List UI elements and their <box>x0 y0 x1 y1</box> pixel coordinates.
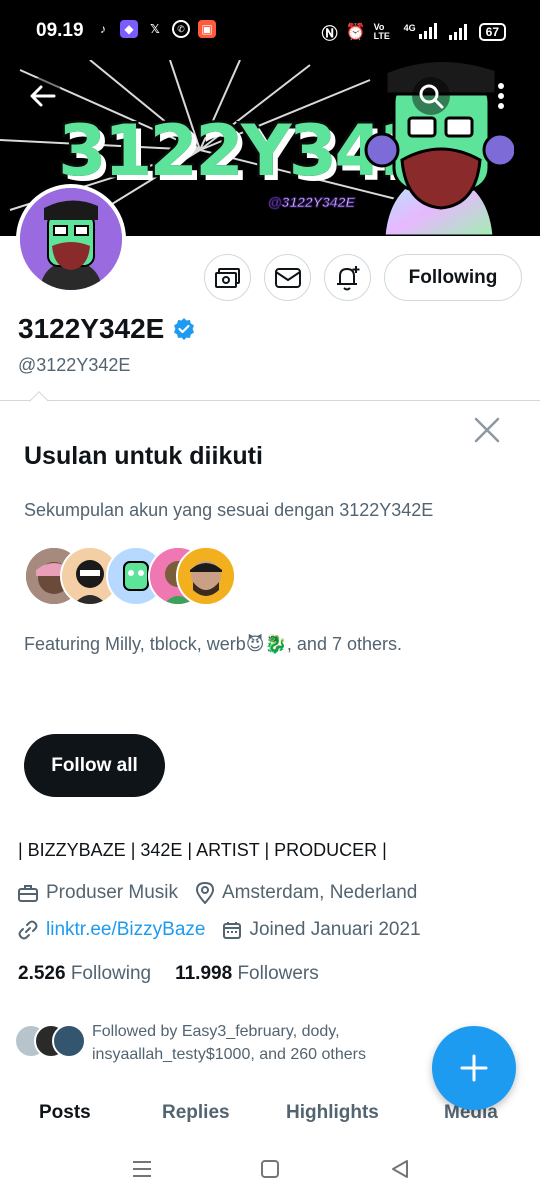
envelope-icon <box>274 267 301 288</box>
home-button[interactable] <box>255 1154 285 1184</box>
bell-plus-icon <box>336 265 359 290</box>
system-back-button[interactable] <box>385 1154 415 1184</box>
subscribe-button[interactable] <box>204 254 251 301</box>
status-app-icons: ♪ ◆ 𝕏 ✆ ▣ <box>94 20 216 38</box>
volte-icon: Vo LTE <box>373 22 390 41</box>
signal-icon <box>448 24 467 40</box>
following-count[interactable]: 2.526 Following <box>18 963 151 985</box>
profile-meta-row-1: Produser Musik Amsterdam, Nederland <box>18 882 417 904</box>
status-right: Ⓝ ⏰ Vo LTE 4G 67 <box>322 20 506 44</box>
arrow-left-icon <box>30 85 56 107</box>
alarm-icon: ⏰ <box>345 24 366 41</box>
tab-highlights[interactable]: Highlights <box>286 1102 379 1124</box>
follow-counts: 2.526 Following 11.998 Followers <box>18 963 319 985</box>
more-vertical-icon <box>498 83 504 109</box>
profile-meta-row-2: linktr.ee/BizzyBaze Joined Januari 2021 <box>18 919 421 941</box>
suggested-avatar <box>176 546 236 606</box>
more-options-button[interactable] <box>482 77 520 115</box>
battery-icon: 67 <box>478 23 506 41</box>
status-time: 09.19 <box>36 20 84 41</box>
shop-icon: ▣ <box>198 20 216 38</box>
system-navigation-bar <box>0 1138 540 1200</box>
followed-by[interactable]: Followed by Easy3_february, dody, insyaa… <box>14 1020 424 1066</box>
menu-lines-icon <box>133 1161 151 1177</box>
display-name-text: 3122Y342E <box>18 313 165 344</box>
search-button[interactable] <box>412 77 450 115</box>
network-icon: 4G <box>404 22 441 42</box>
suggestions-caret <box>29 391 49 411</box>
follower-avatar <box>52 1024 86 1058</box>
suggestions-title: Usulan untuk diikuti <box>24 442 263 470</box>
follow-all-button[interactable]: Follow all <box>24 734 165 797</box>
tab-posts[interactable]: Posts <box>39 1102 91 1124</box>
recents-button[interactable] <box>127 1154 157 1184</box>
followers-count[interactable]: 11.998 Followers <box>175 963 319 985</box>
search-icon <box>419 84 444 109</box>
back-button[interactable] <box>24 77 62 115</box>
suggestions-subtitle: Sekumpulan akun yang sesuai dengan 3122Y… <box>24 500 434 520</box>
tab-replies[interactable]: Replies <box>162 1102 230 1124</box>
money-icon <box>214 267 240 288</box>
following-button[interactable]: Following <box>384 254 522 301</box>
plus-icon <box>460 1054 488 1082</box>
followed-by-text: Followed by Easy3_february, dody, insyaa… <box>92 1023 366 1063</box>
followed-by-avatars <box>14 1024 86 1060</box>
profile-link[interactable]: linktr.ee/BizzyBaze <box>46 919 205 941</box>
verified-badge-icon[interactable] <box>172 317 196 341</box>
location-pin-icon <box>196 882 214 904</box>
location-text: Amsterdam, Nederland <box>222 882 418 903</box>
notifications-button[interactable] <box>324 254 371 301</box>
square-icon <box>261 1160 279 1178</box>
display-name: 3122Y342E <box>18 313 196 345</box>
calendar-icon <box>223 922 242 939</box>
profile-bio: | BIZZYBAZE | 342E | ARTIST | PRODUCER | <box>18 840 387 860</box>
compose-button[interactable] <box>432 1026 516 1110</box>
message-button[interactable] <box>264 254 311 301</box>
tiktok-icon: ♪ <box>100 22 106 36</box>
profession-text: Produser Musik <box>46 882 178 903</box>
x-icon: 𝕏 <box>150 22 160 36</box>
banner-handle: @3122Y342E <box>268 194 356 211</box>
user-handle: @3122Y342E <box>18 355 131 375</box>
suggested-avatars[interactable] <box>24 546 254 608</box>
briefcase-icon <box>18 885 38 902</box>
profile-avatar[interactable] <box>16 184 126 294</box>
whatsapp-icon: ✆ <box>172 20 190 38</box>
close-icon[interactable] <box>474 417 500 443</box>
nfc-icon: Ⓝ <box>321 26 338 43</box>
avatar-image <box>20 188 122 290</box>
suggestions-featuring: Featuring Milly, tblock, werb😈🐉, and 7 o… <box>24 634 402 654</box>
status-bar: 09.19 ♪ ◆ 𝕏 ✆ ▣ Ⓝ ⏰ Vo LTE 4G 67 <box>0 0 540 60</box>
link-icon <box>18 920 38 940</box>
app-icon: ◆ <box>120 20 138 38</box>
triangle-back-icon <box>392 1160 408 1178</box>
joined-text: Joined Januari 2021 <box>249 919 421 940</box>
